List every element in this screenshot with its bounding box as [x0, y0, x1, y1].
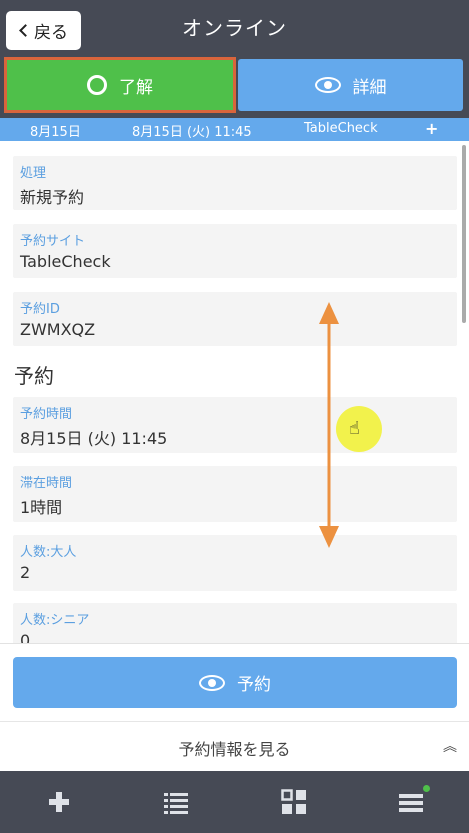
hand-cursor-icon: ☝ [349, 418, 360, 439]
field-value: 2 [20, 563, 31, 582]
circle-icon [87, 75, 107, 95]
list-icon[interactable] [162, 788, 190, 816]
field-value: TableCheck [20, 252, 111, 271]
eye-icon [314, 77, 341, 93]
reserve-label: 予約 [237, 675, 271, 695]
field-reservation-time: 予約時間 8月15日 (火) 11:45 [13, 397, 457, 453]
field-seniors: 人数:シニア 0 [13, 603, 457, 643]
menu-icon[interactable] [397, 788, 425, 816]
notification-dot [423, 785, 430, 792]
field-label: 予約サイト [20, 234, 86, 249]
acknowledge-label: 了解 [119, 77, 153, 98]
app-header: 戻る オンライン 了解 詳細 [0, 0, 469, 118]
field-value: ZWMXQZ [20, 320, 96, 339]
reserve-button[interactable]: 予約 [13, 657, 457, 708]
field-label: 人数:大人 [20, 545, 77, 560]
acknowledge-button[interactable]: 了解 [4, 57, 236, 113]
scrollbar[interactable] [462, 145, 466, 323]
detail-button[interactable]: 詳細 [238, 59, 463, 111]
plus-icon[interactable]: + [425, 121, 438, 137]
field-process: 処理 新規予約 [13, 156, 457, 210]
field-label: 人数:シニア [20, 613, 90, 628]
bottom-panel: 予約 予約情報を見る ︽ [0, 643, 469, 771]
view-info-label: 予約情報を見る [178, 740, 291, 759]
field-label: 滞在時間 [20, 476, 73, 491]
field-adults: 人数:大人 2 [13, 535, 457, 591]
info-source: TableCheck [304, 121, 378, 136]
field-value: 0 [20, 631, 31, 643]
double-chevron-up-icon: ︽ [443, 739, 457, 755]
field-value: 8月15日 (火) 11:45 [20, 429, 168, 448]
view-reservation-info[interactable]: 予約情報を見る ︽ [0, 721, 469, 772]
field-stay-duration: 滞在時間 1時間 [13, 466, 457, 522]
eye-icon [199, 674, 225, 691]
grid-icon[interactable] [280, 788, 308, 816]
detail-label: 詳細 [352, 77, 387, 98]
plus-icon[interactable] [45, 788, 73, 816]
reservation-info-bar: 8月15日 8月15日 (火) 11:45 TableCheck + [0, 118, 469, 141]
section-title: 予約 [14, 364, 54, 388]
bottom-tab-bar [0, 771, 469, 833]
info-date: 8月15日 [30, 125, 81, 140]
field-reservation-site: 予約サイト TableCheck [13, 224, 457, 278]
field-label: 予約ID [20, 302, 60, 317]
field-value: 1時間 [20, 498, 63, 517]
field-value: 新規予約 [20, 188, 85, 207]
field-reservation-id: 予約ID ZWMXQZ [13, 292, 457, 346]
field-label: 処理 [20, 166, 47, 181]
field-label: 予約時間 [20, 407, 73, 422]
info-datetime: 8月15日 (火) 11:45 [132, 125, 252, 140]
detail-content[interactable]: 処理 新規予約 予約サイト TableCheck 予約ID ZWMXQZ 予約 … [0, 141, 469, 643]
page-title: オンライン [182, 16, 287, 40]
